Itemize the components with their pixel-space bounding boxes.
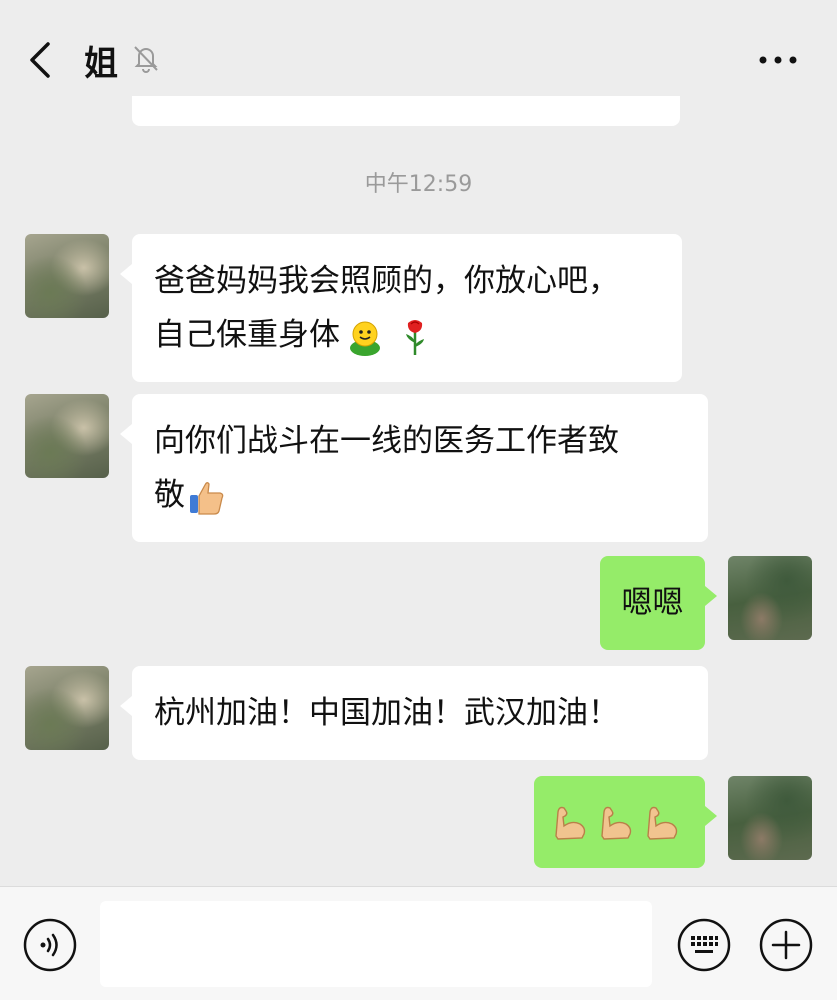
- sister-avatar[interactable]: [25, 394, 109, 478]
- input-bar: [0, 886, 837, 1000]
- emoji-row: [550, 794, 689, 850]
- message-bubble[interactable]: 杭州加油！中国加油！武汉加油！: [120, 666, 708, 760]
- voice-button[interactable]: [22, 917, 78, 973]
- message-text-line: 自己保重身体: [154, 308, 660, 362]
- message-text-line: 嗯嗯: [621, 585, 684, 621]
- chat-title: 姐: [84, 44, 118, 84]
- message-bubble[interactable]: 向你们战斗在一线的医务工作者致 敬: [120, 394, 708, 542]
- rose-emoji: [406, 319, 424, 355]
- my-message-bubble[interactable]: [534, 776, 717, 868]
- bell-off-icon: [130, 42, 162, 74]
- my-message-bubble[interactable]: 嗯嗯: [600, 556, 717, 650]
- my-avatar[interactable]: [728, 556, 812, 640]
- plus-button[interactable]: [758, 917, 814, 973]
- message-list[interactable]: 中午12:59 爸爸妈妈我会照顾的，你放心吧， 自己保重身体 向你们战斗在一线的…: [0, 96, 837, 886]
- flexed-biceps-emoji: [647, 806, 678, 840]
- timestamp-separator: 中午12:59: [364, 172, 473, 197]
- message-text-line: 杭州加油！中国加油！武汉加油！: [154, 695, 619, 731]
- more-button[interactable]: [755, 42, 801, 78]
- previous-message-bubble: [132, 96, 680, 126]
- smiling-blob-emoji: [350, 321, 380, 356]
- message-bubble[interactable]: 爸爸妈妈我会照顾的，你放心吧， 自己保重身体: [120, 234, 682, 382]
- more-dots-icon: [759, 56, 797, 64]
- chat-header: 姐: [0, 0, 837, 110]
- sister-avatar[interactable]: [25, 666, 109, 750]
- back-button[interactable]: [20, 38, 60, 82]
- plus-icon: [759, 918, 813, 972]
- flexed-biceps-emoji: [555, 806, 586, 840]
- message-input[interactable]: [100, 901, 652, 987]
- chevron-left-icon: [30, 42, 50, 78]
- my-avatar[interactable]: [728, 776, 812, 860]
- flexed-biceps-emoji: [601, 806, 632, 840]
- message-text-line: 敬: [154, 468, 686, 522]
- message-text: 敬: [154, 477, 185, 513]
- message-text-line: 向你们战斗在一线的医务工作者致: [154, 423, 619, 459]
- voice-icon: [23, 918, 77, 972]
- thumbs-up-emoji: [190, 481, 224, 515]
- keyboard-button[interactable]: [676, 917, 732, 973]
- message-text: 自己保重身体: [154, 317, 340, 353]
- keyboard-icon: [677, 918, 731, 972]
- sister-avatar[interactable]: [25, 234, 109, 318]
- message-text-line: 爸爸妈妈我会照顾的，你放心吧，: [154, 263, 619, 299]
